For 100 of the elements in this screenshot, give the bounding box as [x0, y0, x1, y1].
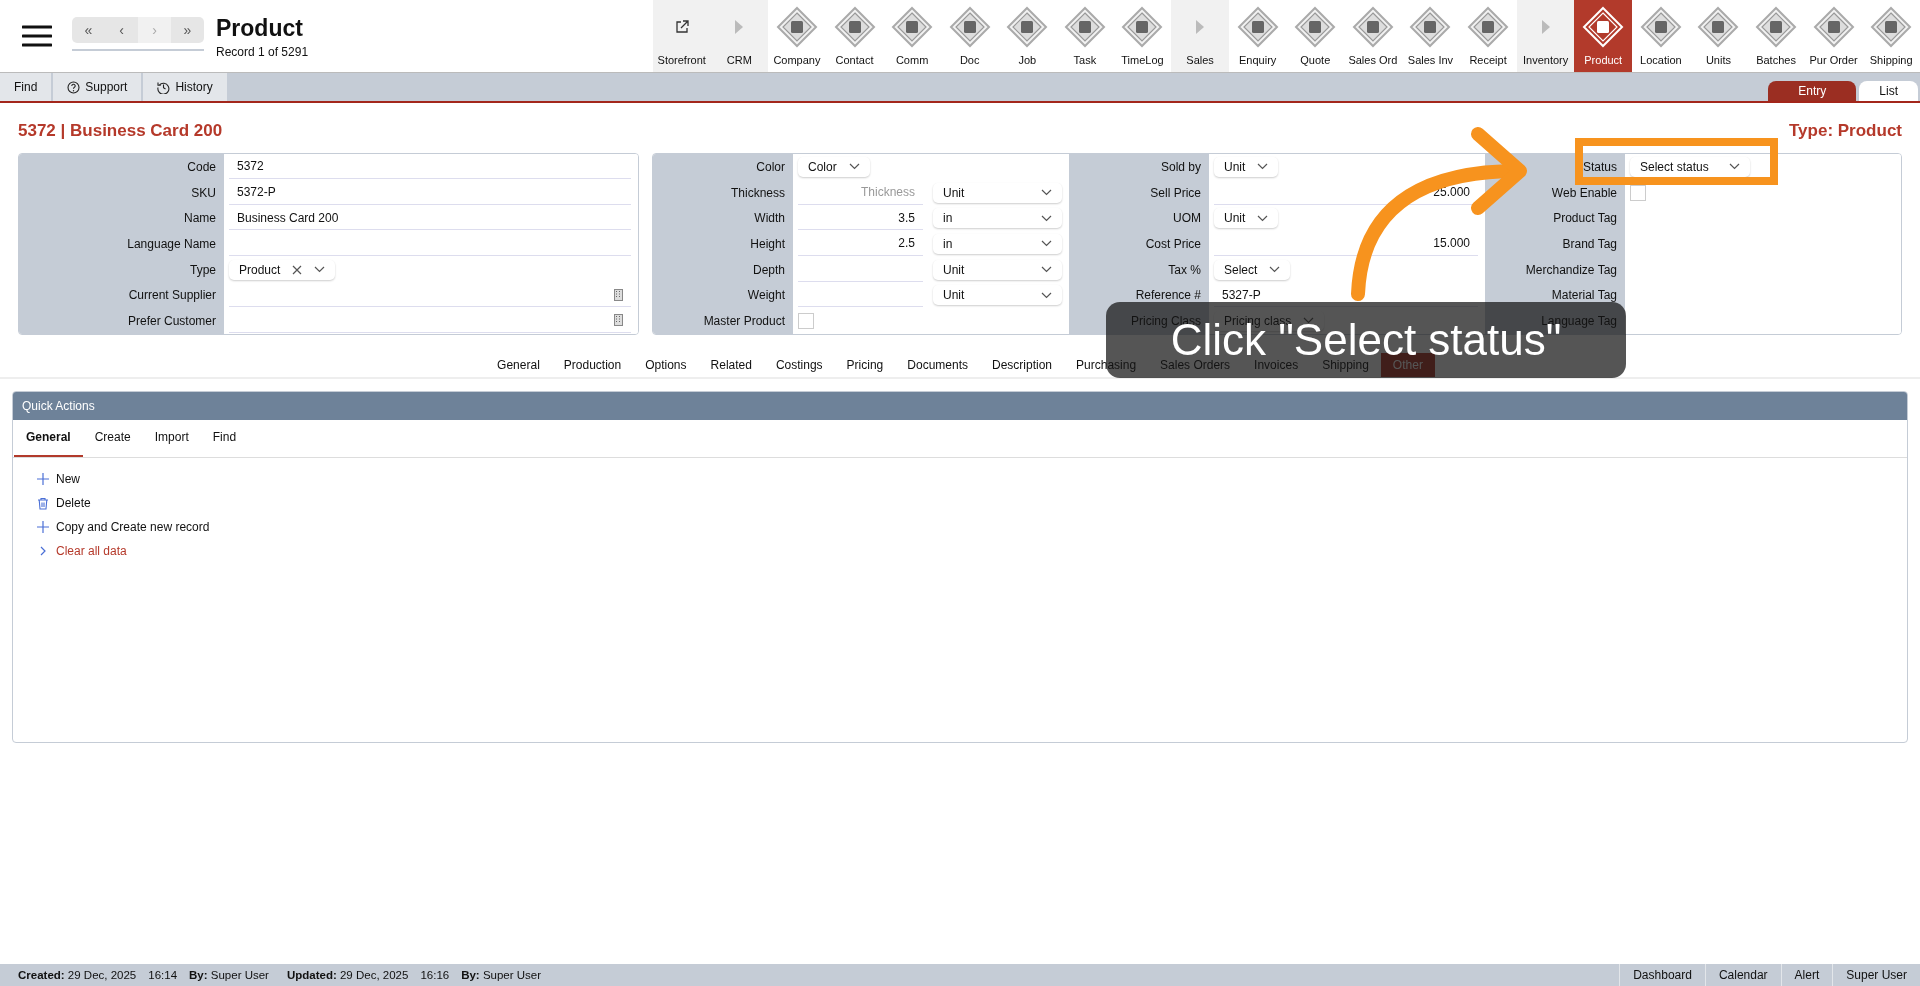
- module-button[interactable]: Batches: [1747, 0, 1805, 72]
- module-button[interactable]: Sales Ord: [1344, 0, 1402, 72]
- diamond-icon: [948, 6, 991, 48]
- select-field[interactable]: Select status: [1630, 156, 1750, 177]
- quick-actions-tab[interactable]: Find: [200, 420, 249, 457]
- unit-select[interactable]: Unit: [933, 259, 1062, 280]
- diamond-icon: [1236, 6, 1279, 48]
- field-label: Name: [183, 210, 217, 228]
- chevron-down-icon: [1269, 266, 1281, 274]
- status-text: By: Super User: [461, 969, 542, 981]
- module-button[interactable]: Sales Inv: [1401, 0, 1460, 72]
- module-button[interactable]: Storefront: [652, 0, 711, 72]
- quick-actions-tab[interactable]: General: [14, 420, 83, 457]
- module-button[interactable]: Shipping: [1862, 0, 1920, 72]
- select-field[interactable]: Select: [1214, 259, 1291, 280]
- field-label: Prefer Customer: [126, 312, 217, 330]
- section-tab[interactable]: Documents: [895, 353, 980, 377]
- status-bar-button[interactable]: Dashboard: [1619, 964, 1705, 986]
- diamond-icon: [1639, 6, 1682, 48]
- checkbox[interactable]: [798, 312, 814, 329]
- pager-button[interactable]: ‹: [105, 17, 138, 43]
- diamond-icon: [1755, 6, 1797, 48]
- section-tab[interactable]: Costings: [763, 353, 835, 377]
- action-link[interactable]: Clear all data: [37, 544, 127, 558]
- select-field[interactable]: Product: [229, 259, 336, 280]
- toolbar-button[interactable]: Support: [53, 73, 142, 101]
- chevron-down-icon: [1041, 240, 1052, 248]
- field-label: Brand Tag: [1561, 235, 1618, 253]
- quick-actions-tab[interactable]: Create: [82, 420, 143, 457]
- view-tab[interactable]: List: [1859, 81, 1918, 101]
- plus-icon: [37, 521, 49, 533]
- building-icon: [614, 288, 623, 301]
- section-tab[interactable]: Options: [633, 353, 699, 377]
- unit-select[interactable]: in: [933, 233, 1062, 254]
- module-button[interactable]: TimeLog: [1113, 0, 1172, 72]
- pager-button[interactable]: »: [171, 17, 204, 43]
- select-field[interactable]: Unit: [1214, 156, 1279, 177]
- section-tab[interactable]: Production: [551, 353, 634, 377]
- field-label: Material Tag: [1550, 287, 1618, 305]
- diamond-icon: [1870, 6, 1913, 48]
- toolbar-button[interactable]: History: [143, 73, 227, 101]
- diamond-icon: [833, 6, 876, 48]
- module-button[interactable]: Contact: [825, 0, 884, 72]
- chevron-down-icon: [314, 266, 326, 274]
- unit-select[interactable]: Unit: [933, 285, 1062, 306]
- record-type: Type: Product: [1788, 121, 1902, 141]
- field-label: Current Supplier: [127, 287, 217, 305]
- field-label: Depth: [751, 261, 786, 279]
- diamond-icon: [891, 6, 934, 48]
- module-button[interactable]: Company: [768, 0, 826, 72]
- quick-actions-tab[interactable]: Import: [142, 420, 201, 457]
- module-button[interactable]: Pur Order: [1804, 0, 1863, 72]
- action-link[interactable]: Delete: [37, 496, 91, 510]
- section-tab[interactable]: Pricing: [834, 353, 896, 377]
- module-button[interactable]: Enquiry: [1228, 0, 1287, 72]
- select-field[interactable]: Color: [798, 156, 870, 177]
- module-button[interactable]: Inventory: [1516, 0, 1575, 72]
- select-field[interactable]: Unit: [1214, 208, 1279, 229]
- module-button[interactable]: Comm: [883, 0, 941, 72]
- diamond-icon: [1697, 6, 1740, 48]
- module-button[interactable]: Doc: [940, 0, 999, 72]
- status-bar-button[interactable]: Super User: [1832, 964, 1920, 986]
- diamond-icon: [1409, 6, 1452, 48]
- chevron-down-icon: [1729, 163, 1740, 171]
- pager-button[interactable]: «: [72, 17, 105, 43]
- menu-button[interactable]: [22, 25, 52, 47]
- module-button[interactable]: Task: [1056, 0, 1114, 72]
- status-bar-button[interactable]: Alert: [1780, 964, 1833, 986]
- module-button[interactable]: Job: [998, 0, 1057, 72]
- help-icon: [67, 80, 81, 94]
- section-tab[interactable]: General: [485, 353, 552, 377]
- module-button[interactable]: Product: [1574, 0, 1633, 72]
- module-button[interactable]: Quote: [1286, 0, 1345, 72]
- diamond-icon: [1351, 6, 1394, 48]
- action-link[interactable]: New: [37, 472, 80, 486]
- field-label: Product Tag: [1552, 210, 1618, 228]
- module-button[interactable]: Sales: [1171, 0, 1229, 72]
- module-button[interactable]: Units: [1689, 0, 1748, 72]
- panel-header: Quick Actions: [13, 392, 1907, 420]
- view-tab[interactable]: Entry: [1768, 81, 1857, 101]
- module-button[interactable]: Receipt: [1459, 0, 1517, 72]
- unit-select[interactable]: in: [933, 208, 1062, 229]
- diamond-icon: [1063, 6, 1106, 48]
- section-tab[interactable]: Related: [698, 353, 764, 377]
- toolbar-button[interactable]: Find: [0, 73, 52, 101]
- section-tab[interactable]: Description: [980, 353, 1065, 377]
- module-button[interactable]: CRM: [710, 0, 769, 72]
- field-label: Weight: [746, 287, 786, 305]
- field-label: Width: [753, 210, 786, 228]
- status-bar-button[interactable]: Calendar: [1704, 964, 1781, 986]
- external-link-icon: [674, 20, 689, 34]
- unit-select[interactable]: Unit: [933, 182, 1062, 203]
- module-button[interactable]: Location: [1632, 0, 1690, 72]
- page-title: Product: [216, 15, 304, 42]
- building-icon: [614, 314, 623, 327]
- status-text: By: Super User: [189, 969, 269, 981]
- field-label: SKU: [190, 184, 217, 202]
- action-link[interactable]: Copy and Create new record: [37, 520, 210, 534]
- history-icon: [157, 80, 171, 94]
- field-label: Master Product: [702, 312, 786, 330]
